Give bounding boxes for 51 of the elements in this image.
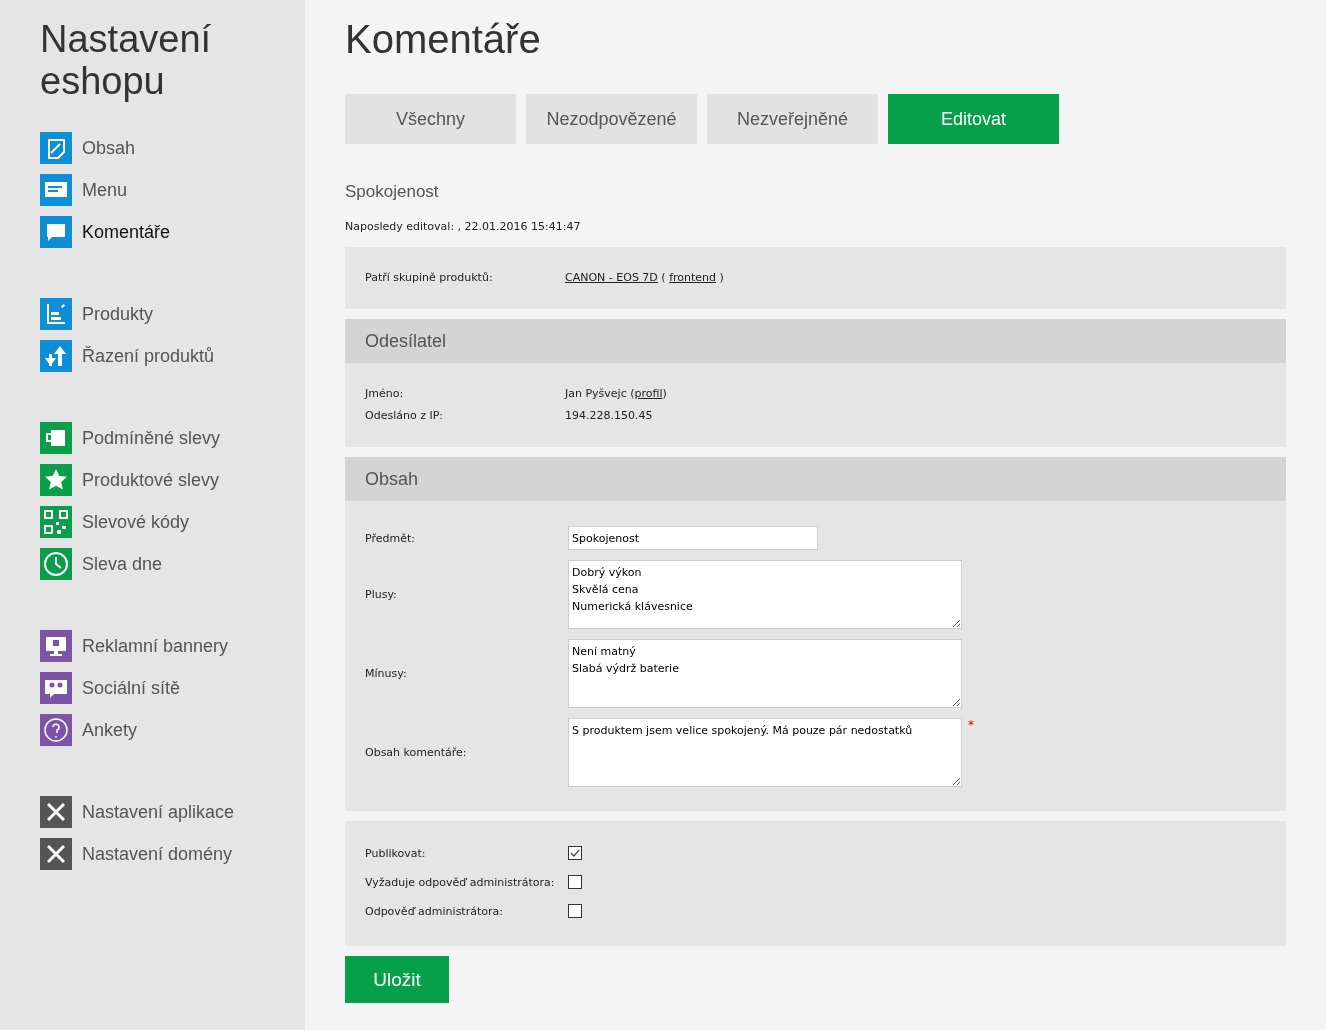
field-label: Předmět: [365, 531, 416, 545]
sidebar-item[interactable]: Sleva dne [40, 548, 163, 580]
field-label: Odesláno z IP: [365, 408, 444, 424]
required-mark: * [968, 718, 974, 732]
link[interactable]: frontend [669, 267, 717, 289]
sidebar-item[interactable]: Menu [40, 174, 128, 206]
tab[interactable]: Nezodpovězené [526, 94, 697, 144]
checkbox[interactable] [568, 846, 582, 860]
field-label: Odpověď administrátora: [365, 904, 504, 918]
subject-input[interactable]: Spokojenost [568, 526, 818, 550]
section-heading: Odesílatel [345, 319, 1286, 363]
field-label: Mínusy: [365, 667, 408, 680]
page-title: Komentáře [345, 16, 542, 63]
field-label: Obsah komentáře: [365, 746, 468, 759]
tab[interactable]: Nezveřejněné [707, 94, 878, 144]
tab[interactable]: Editovat [888, 94, 1059, 144]
sidebar-item[interactable]: Sociální sítě [40, 672, 181, 704]
text-area[interactable]: Dobrý výkon Skvělá cena Numerická klávesnice [568, 560, 962, 629]
text-area[interactable]: Není matný Slabá výdrž baterie [568, 639, 962, 708]
sidebar-item[interactable]: Ankety [40, 714, 138, 746]
save-button[interactable]: Uložit [345, 956, 449, 1003]
field-label: Publikovat: [365, 846, 427, 860]
sidebar-item[interactable]: Reklamní bannery [40, 630, 229, 662]
last-edited-text: Naposledy editoval: , 22.01.2016 15:41:47 [345, 220, 582, 233]
value-text: Jan Pyšvejc ( [565, 386, 635, 402]
value-text: ) [662, 386, 667, 402]
checkbox[interactable] [568, 904, 582, 918]
value-text: ) [718, 270, 724, 286]
link[interactable]: profil [634, 383, 663, 405]
sidebar-item[interactable]: Produkty [40, 298, 154, 330]
value-text: ( [660, 270, 667, 286]
section-heading: Obsah [345, 457, 1286, 501]
checkbox[interactable] [568, 875, 582, 889]
sidebar-item[interactable]: Komentáře [40, 216, 171, 248]
field-label: Jméno: [365, 386, 405, 402]
sidebar-item[interactable]: Slevové kódy [40, 506, 190, 538]
sidebar-title: Nastavení eshopu [40, 18, 213, 102]
field-label: Patří skupině produktů: [365, 270, 494, 286]
field-label: Vyžaduje odpověď administrátora: [365, 875, 556, 889]
tab[interactable]: Všechny [345, 94, 516, 144]
link[interactable]: CANON - EOS 7D [565, 267, 658, 289]
comment-title: Spokojenost [345, 182, 440, 202]
field-label: Plusy: [365, 588, 398, 601]
sidebar-item[interactable]: Řazení produktů [40, 340, 215, 372]
sidebar-item[interactable]: Nastavení domény [40, 838, 233, 870]
sidebar-item[interactable]: Produktové slevy [40, 464, 220, 496]
sidebar-item[interactable]: Podmíněné slevy [40, 422, 221, 454]
text-area[interactable]: S produktem jsem velice spokojený. Má pouze pár nedostatků [568, 718, 962, 787]
sidebar-item[interactable]: Obsah [40, 132, 136, 164]
value-text: 194.228.150.45 [565, 408, 653, 424]
sidebar-item[interactable]: Nastavení aplikace [40, 796, 235, 828]
